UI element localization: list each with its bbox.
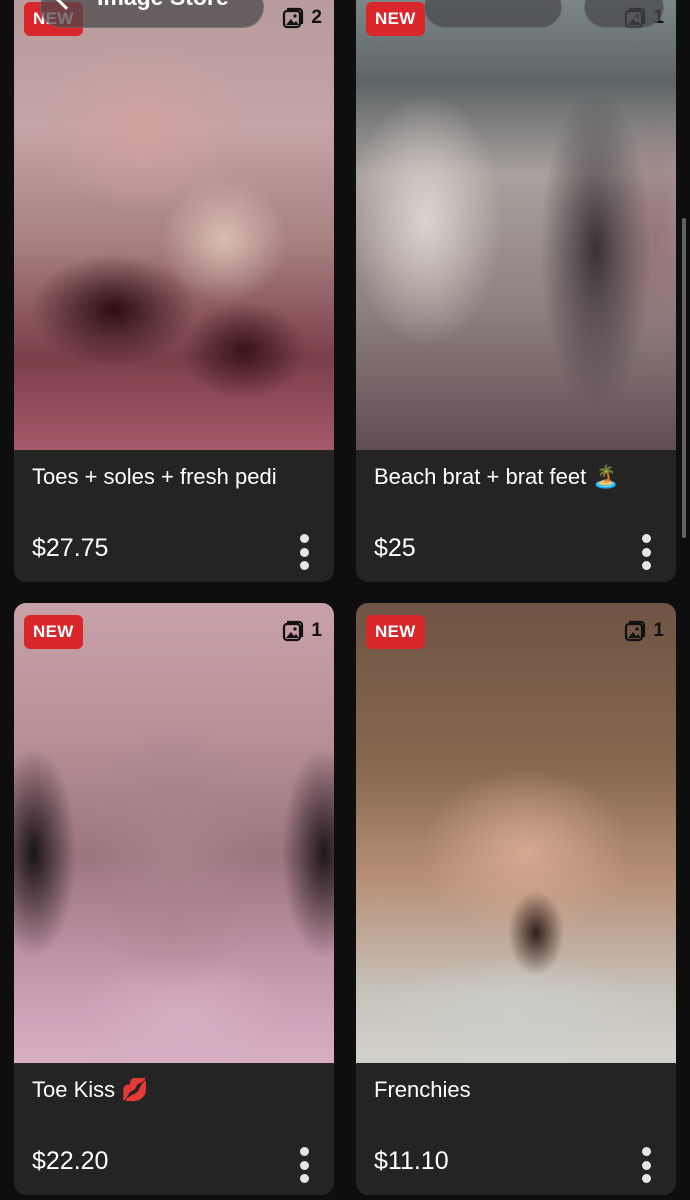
product-card[interactable]: NEW 1 Beach brat + brat feet 🏝️ $25 (356, 0, 676, 582)
image-count: 1 (281, 619, 322, 643)
back-button[interactable]: Image Store (40, 0, 264, 28)
page-title: Image Store (97, 0, 229, 11)
product-thumbnail[interactable]: NEW 1 (356, 603, 676, 1063)
image-count-number: 1 (653, 620, 664, 641)
product-info: Beach brat + brat feet 🏝️ $25 (356, 450, 676, 582)
more-vertical-icon[interactable] (298, 1147, 310, 1183)
product-price: $11.10 (374, 1147, 449, 1175)
image-count: 1 (623, 619, 664, 643)
image-store-page: Image Store NEW 2 Toes + soles + fresh p… (0, 0, 690, 1200)
more-vertical-icon[interactable] (640, 534, 652, 570)
blurred-image (356, 0, 676, 450)
gallery-icon (281, 619, 305, 643)
gallery-icon (623, 619, 647, 643)
product-info: Toe Kiss 💋 $22.20 (14, 1063, 334, 1195)
sort-button[interactable] (584, 0, 664, 28)
product-price: $22.20 (32, 1147, 109, 1175)
blurred-image (14, 603, 334, 1063)
new-badge: NEW (24, 615, 83, 649)
product-name[interactable]: Beach brat + brat feet 🏝️ (374, 464, 620, 490)
product-card[interactable]: NEW 1 Frenchies $11.10 (356, 603, 676, 1195)
product-info: Toes + soles + fresh pedi $27.75 (14, 450, 334, 582)
product-price: $27.75 (32, 534, 109, 562)
product-thumbnail[interactable]: NEW 2 (14, 0, 334, 450)
more-vertical-icon[interactable] (298, 534, 310, 570)
share-button[interactable] (424, 0, 562, 28)
product-price: $25 (374, 534, 416, 562)
product-name[interactable]: Toes + soles + fresh pedi (32, 464, 277, 490)
product-thumbnail[interactable]: NEW 1 (356, 0, 676, 450)
product-card[interactable]: NEW 2 Toes + soles + fresh pedi $27.75 (14, 0, 334, 582)
more-vertical-icon[interactable] (640, 1147, 652, 1183)
new-badge: NEW (366, 615, 425, 649)
image-count-number: 1 (311, 620, 322, 641)
product-card[interactable]: NEW 1 Toe Kiss 💋 $22.20 (14, 603, 334, 1195)
product-name[interactable]: Frenchies (374, 1077, 471, 1103)
top-overlay-bar: Image Store (0, 0, 690, 30)
scrollbar[interactable] (682, 218, 686, 538)
blurred-image (356, 603, 676, 1063)
product-thumbnail[interactable]: NEW 1 (14, 603, 334, 1063)
blurred-image (14, 0, 334, 450)
product-name[interactable]: Toe Kiss 💋 (32, 1077, 149, 1103)
product-info: Frenchies $11.10 (356, 1063, 676, 1195)
chevron-left-icon (56, 0, 76, 10)
